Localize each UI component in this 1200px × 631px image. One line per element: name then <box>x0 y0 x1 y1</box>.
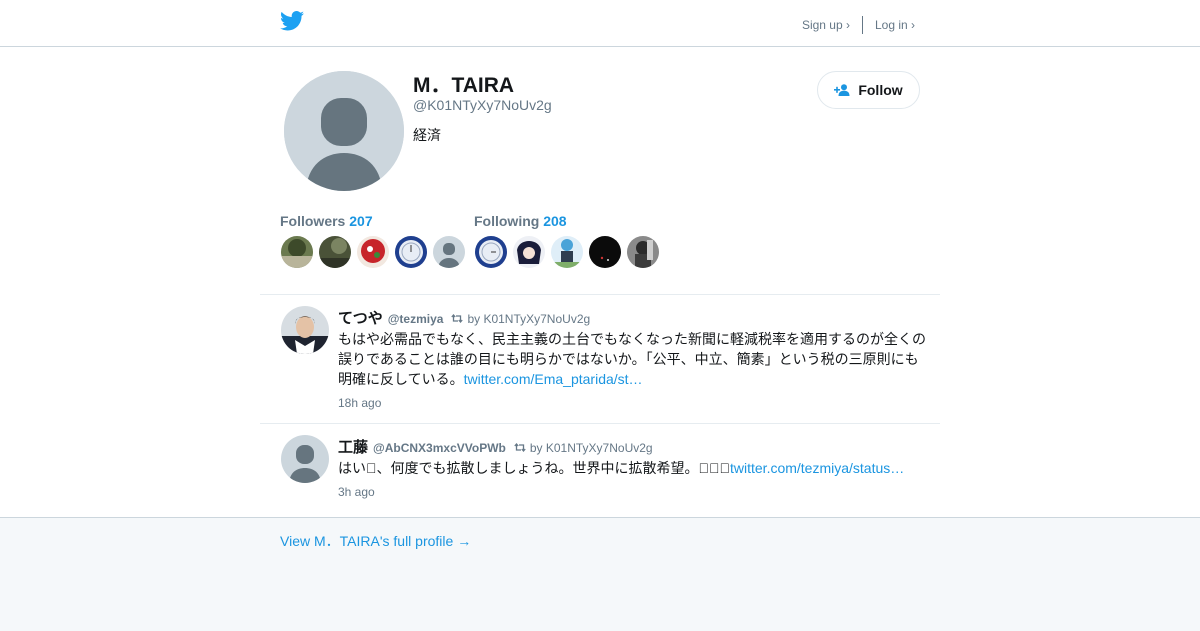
twitter-bird-icon[interactable] <box>280 11 304 31</box>
login-link[interactable]: Log in › <box>875 18 915 32</box>
tweet-header: 工藤 @AbCNX3mxcVVoPWb by K01NTyXy7NoUv2g <box>338 436 653 457</box>
signup-link[interactable]: Sign up › <box>802 18 850 32</box>
nav-divider <box>861 16 863 34</box>
section-divider <box>260 294 940 295</box>
profile-avatar[interactable] <box>284 71 404 191</box>
top-bar: Sign up › Log in › <box>0 0 1200 47</box>
auth-nav: Sign up › Log in › <box>802 16 915 34</box>
tweet-text-line: はい􀀀、何度でも拡散しましょうね。世界中に拡散希望。􀀀􀀀􀀀 <box>338 460 730 476</box>
followers-stat[interactable]: Followers 207 <box>280 213 373 229</box>
tweet-author-avatar[interactable] <box>281 306 329 354</box>
follower-avatar[interactable] <box>433 236 465 268</box>
tweet-author-name[interactable]: 工藤 <box>338 436 368 457</box>
profile-bio: 経済 <box>413 127 441 143</box>
retweeted-by: by K01NTyXy7NoUv2g <box>529 440 653 455</box>
follower-avatar[interactable] <box>395 236 427 268</box>
following-avatar[interactable] <box>627 236 659 268</box>
retweeted-by: by K01NTyXy7NoUv2g <box>467 311 591 326</box>
profile-name: M．TAIRA <box>413 74 515 97</box>
tweet-text: はい􀀀、何度でも拡散しましょうね。世界中に拡散希望。􀀀􀀀􀀀twitter.com… <box>338 458 930 478</box>
follower-avatar[interactable] <box>357 236 389 268</box>
tweet-text: もはや必需品でもなく、民主主義の土台でもなくなった新聞に軽減税率を適用するのが全… <box>338 329 930 389</box>
follow-label: Follow <box>858 82 903 98</box>
followers-label: Followers <box>280 213 346 229</box>
follow-button[interactable]: Follow <box>817 71 920 109</box>
add-user-icon <box>834 84 850 96</box>
tweet-link[interactable]: twitter.com/tezmiya/status… <box>730 460 904 476</box>
tweet-text-line: 誤りであることは誰の目にも明らかではないか。「公平、中立、簡素」という税の三原則… <box>338 351 919 367</box>
footer: View M．TAIRA's full profile → <box>0 517 1200 631</box>
following-avatar[interactable] <box>589 236 621 268</box>
tweet-text-line: もはや必需品でもなく、民主主義の土台でもなくなった新聞に軽減税率を適用するのが全… <box>338 331 926 347</box>
following-avatars <box>475 236 665 268</box>
tweet-text-line: 明確に反している。 <box>338 371 464 387</box>
following-avatar[interactable] <box>551 236 583 268</box>
following-stat[interactable]: Following 208 <box>474 213 567 229</box>
tweet-author-name[interactable]: てつや <box>338 307 383 328</box>
retweet-info: by K01NTyXy7NoUv2g <box>451 312 590 326</box>
default-avatar-icon <box>284 71 404 191</box>
following-count: 208 <box>543 213 567 229</box>
tweet-timestamp[interactable]: 3h ago <box>338 485 375 499</box>
tweet-timestamp[interactable]: 18h ago <box>338 396 381 410</box>
tweet-author-avatar[interactable] <box>281 435 329 483</box>
tweet-header: てつや @tezmiya by K01NTyXy7NoUv2g <box>338 307 590 328</box>
retweet-icon <box>514 443 526 452</box>
following-label: Following <box>474 213 540 229</box>
full-profile-link[interactable]: View M．TAIRA's full profile → <box>280 531 471 551</box>
following-avatar[interactable] <box>475 236 507 268</box>
tweet-link[interactable]: twitter.com/Ema_ptarida/st… <box>464 371 643 387</box>
tweet-author-handle[interactable]: @AbCNX3mxcVVoPWb <box>373 441 506 455</box>
followers-avatars <box>281 236 471 268</box>
tweet-author-handle[interactable]: @tezmiya <box>388 312 444 326</box>
followers-count: 207 <box>349 213 373 229</box>
follower-avatar[interactable] <box>319 236 351 268</box>
profile-handle: @K01NTyXy7NoUv2g <box>413 97 552 113</box>
retweet-info: by K01NTyXy7NoUv2g <box>514 441 653 455</box>
following-avatar[interactable] <box>513 236 545 268</box>
retweet-icon <box>451 314 464 323</box>
tweet-divider <box>260 423 940 424</box>
follower-avatar[interactable] <box>281 236 313 268</box>
profile-card: M．TAIRA @K01NTyXy7NoUv2g 経済 Follow Follo… <box>0 47 1200 517</box>
